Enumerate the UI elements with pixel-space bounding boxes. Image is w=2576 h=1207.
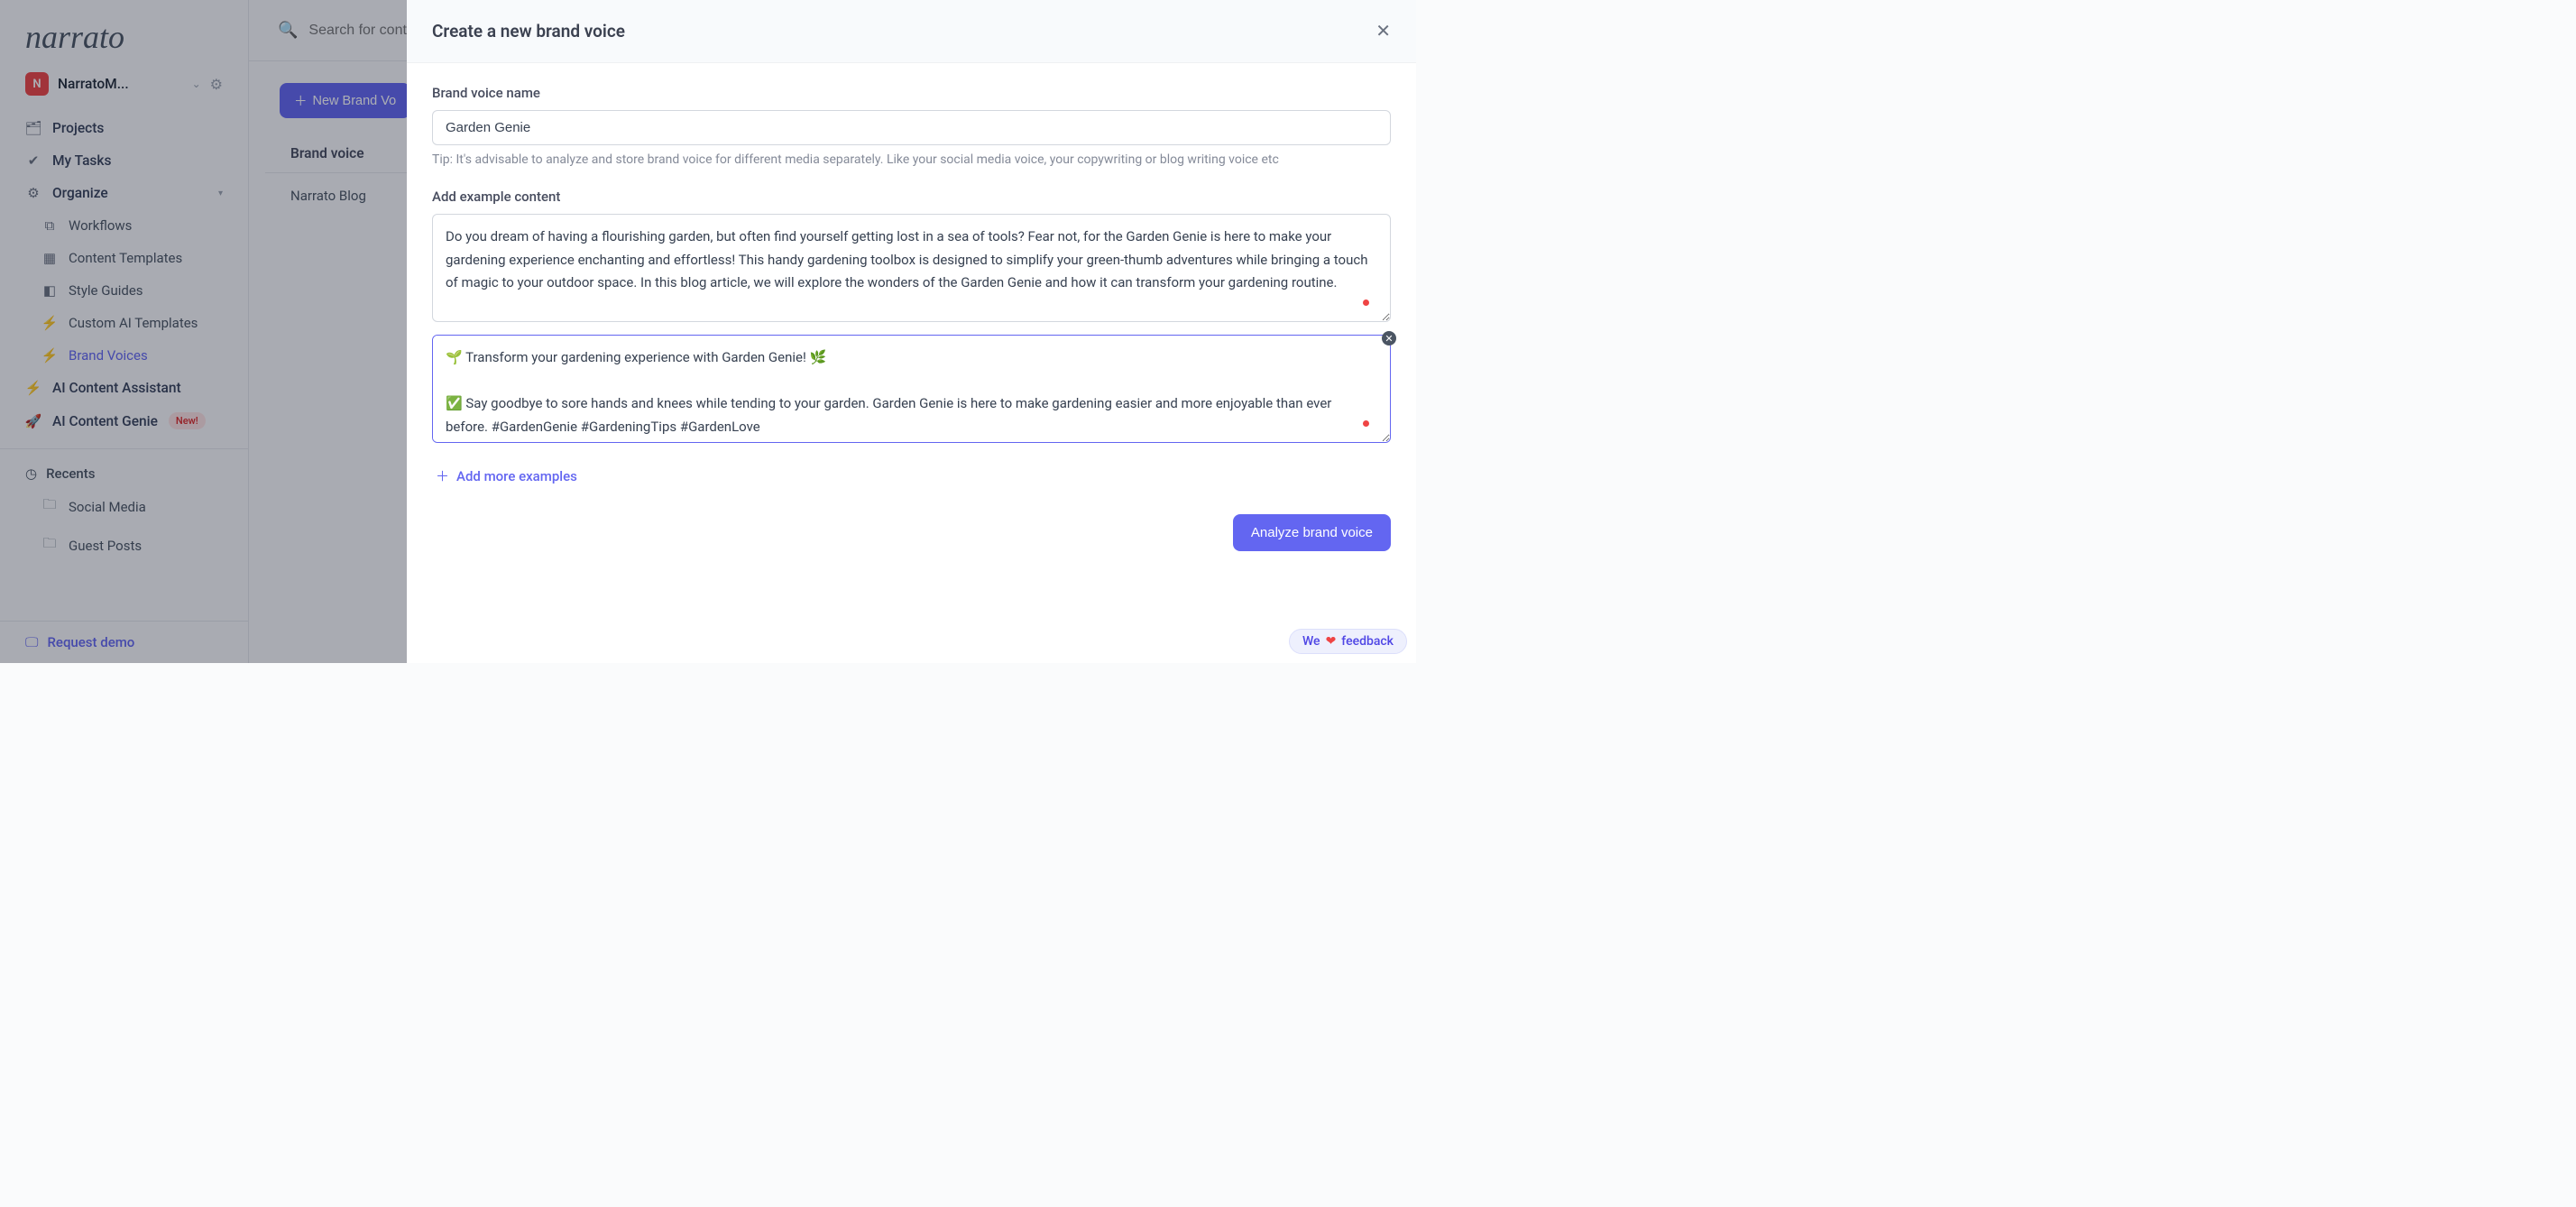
example-content-textarea-1[interactable] (432, 214, 1391, 322)
brand-voice-name-input[interactable] (432, 110, 1391, 145)
status-dot-icon (1363, 420, 1369, 427)
feedback-we: We (1302, 634, 1320, 649)
feedback-text: feedback (1341, 634, 1394, 649)
status-dot-icon (1363, 299, 1369, 306)
example-content-textarea-2[interactable] (432, 335, 1391, 443)
brand-voice-tip: Tip: It's advisable to analyze and store… (432, 152, 1391, 167)
add-more-label: Add more examples (456, 468, 577, 484)
feedback-pill[interactable]: We ❤ feedback (1289, 629, 1407, 654)
remove-example-button[interactable]: ✕ (1382, 331, 1396, 346)
slideover-title: Create a new brand voice (432, 21, 625, 41)
close-icon: ✕ (1375, 22, 1391, 41)
add-more-examples-button[interactable]: ＋ Add more examples (432, 456, 581, 496)
create-brand-voice-slideover: Create a new brand voice ✕ Brand voice n… (407, 0, 1416, 663)
heart-icon: ❤ (1326, 634, 1337, 649)
analyze-brand-voice-button[interactable]: Analyze brand voice (1233, 514, 1391, 551)
plus-icon: ＋ (436, 466, 449, 485)
example-content-label: Add example content (432, 189, 1391, 205)
close-button[interactable]: ✕ (1375, 20, 1391, 42)
brand-voice-name-label: Brand voice name (432, 85, 1391, 101)
close-icon: ✕ (1385, 333, 1393, 345)
